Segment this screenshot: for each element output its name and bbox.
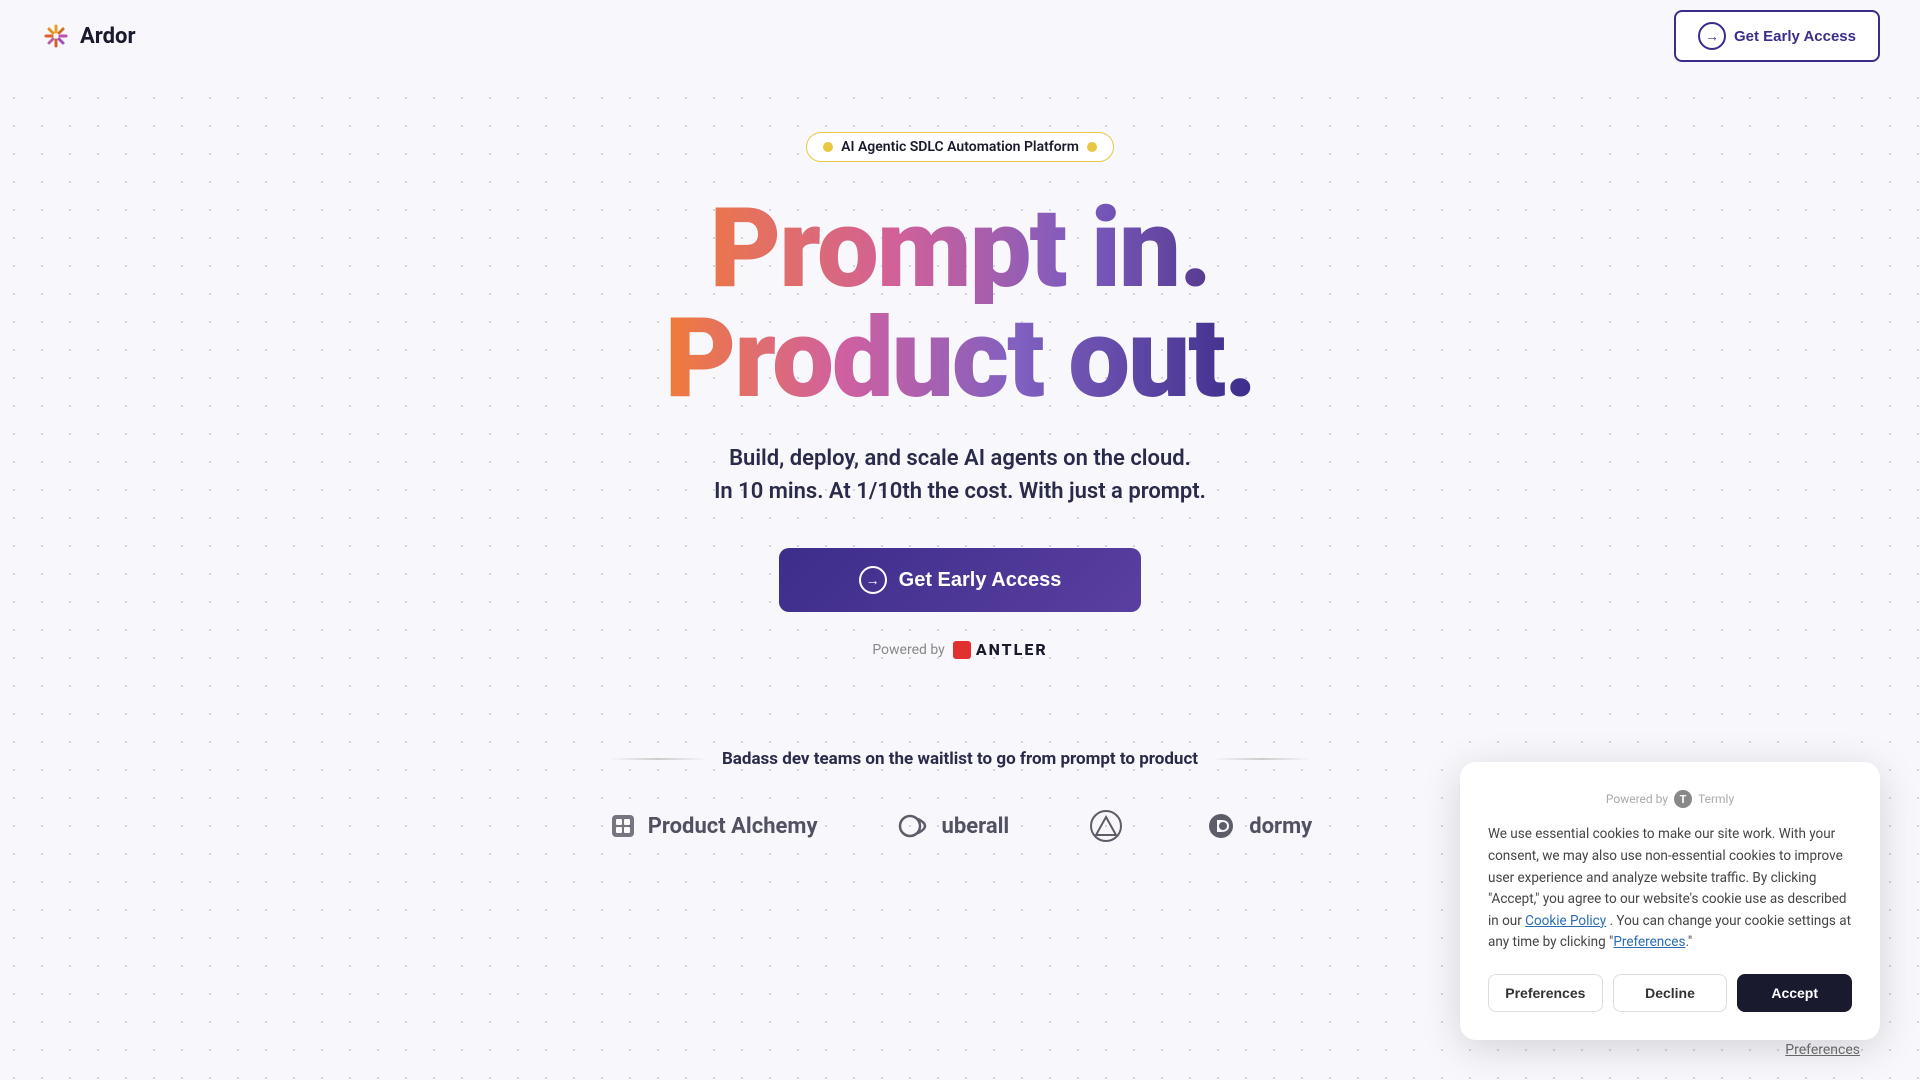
badge-dot-left <box>823 142 833 152</box>
headline-line2: Product out. <box>665 304 1256 414</box>
navbar: Ardor → Get Early Access <box>0 0 1920 72</box>
dormy-name: dormy <box>1249 814 1312 839</box>
hero-section: AI Agentic SDLC Automation Platform Prom… <box>0 72 1920 749</box>
hero-headline: Prompt in. Product out. <box>665 194 1256 414</box>
waitlist-divider: Badass dev teams on the waitlist to go f… <box>610 749 1310 769</box>
headline-line1: Prompt in. <box>665 194 1256 304</box>
cookie-banner: Powered by T Termly We use essential coo… <box>1460 762 1880 1040</box>
hero-cta-arrow-icon: → <box>859 566 887 594</box>
uberall-icon <box>898 811 932 841</box>
termly-powered: Powered by T Termly <box>1488 790 1852 808</box>
antler-logo: ANTLER <box>953 640 1048 659</box>
cookie-decline-button[interactable]: Decline <box>1613 974 1728 1012</box>
hero-subtext: Build, deploy, and scale AI agents on th… <box>714 442 1206 508</box>
badge-dot-right <box>1087 142 1097 152</box>
badge-text: AI Agentic SDLC Automation Platform <box>841 139 1079 155</box>
termly-name: Termly <box>1698 792 1734 806</box>
nav-cta-arrow-icon: → <box>1698 22 1726 50</box>
logo[interactable]: Ardor <box>40 20 136 52</box>
hero-subline2: In 10 mins. At 1/10th the cost. With jus… <box>714 479 1206 504</box>
nav-cta-label: Get Early Access <box>1734 28 1856 45</box>
cookie-accept-button[interactable]: Accept <box>1737 974 1852 1012</box>
powered-by: Powered by ANTLER <box>872 640 1047 659</box>
cookie-buttons: Preferences Decline Accept <box>1488 974 1852 1012</box>
termly-icon: T <box>1674 790 1692 808</box>
cookie-body-end: ." <box>1685 934 1692 950</box>
logos-grid: Product Alchemy uberall <box>360 809 1560 843</box>
dormy-icon <box>1203 811 1239 841</box>
uberall-name: uberall <box>942 814 1010 839</box>
logo-uberall: uberall <box>898 811 1010 841</box>
cookie-body-text: We use essential cookies to make our sit… <box>1488 824 1852 954</box>
product-alchemy-icon <box>608 811 638 841</box>
nav-cta-button[interactable]: → Get Early Access <box>1674 10 1880 62</box>
hero-cta-label: Get Early Access <box>899 569 1062 592</box>
antler-name: ANTLER <box>976 640 1048 659</box>
logo-triangle <box>1089 809 1123 843</box>
ardor-logo-icon <box>40 20 72 52</box>
product-alchemy-name: Product Alchemy <box>648 814 818 839</box>
divider-line-right <box>1214 758 1310 760</box>
powered-by-label: Powered by <box>872 642 945 658</box>
main-content: AI Agentic SDLC Automation Platform Prom… <box>0 0 1920 883</box>
logo-product-alchemy: Product Alchemy <box>608 811 818 841</box>
antler-square-icon <box>953 641 971 659</box>
logo-dormy: dormy <box>1203 811 1312 841</box>
hero-cta-button[interactable]: → Get Early Access <box>779 548 1142 612</box>
cookie-policy-link[interactable]: Cookie Policy <box>1525 913 1606 929</box>
cookie-preferences-button[interactable]: Preferences <box>1488 974 1603 1012</box>
hero-subline1: Build, deploy, and scale AI agents on th… <box>729 446 1191 471</box>
waitlist-text: Badass dev teams on the waitlist to go f… <box>722 749 1198 769</box>
badge: AI Agentic SDLC Automation Platform <box>806 132 1114 162</box>
cookie-preferences-link[interactable]: Preferences <box>1613 934 1685 950</box>
brand-name: Ardor <box>80 24 136 49</box>
divider-line-left <box>610 758 706 760</box>
termly-powered-label: Powered by <box>1606 792 1668 806</box>
footer-preferences-link[interactable]: Preferences <box>1785 1042 1860 1058</box>
triangle-icon <box>1089 809 1123 843</box>
